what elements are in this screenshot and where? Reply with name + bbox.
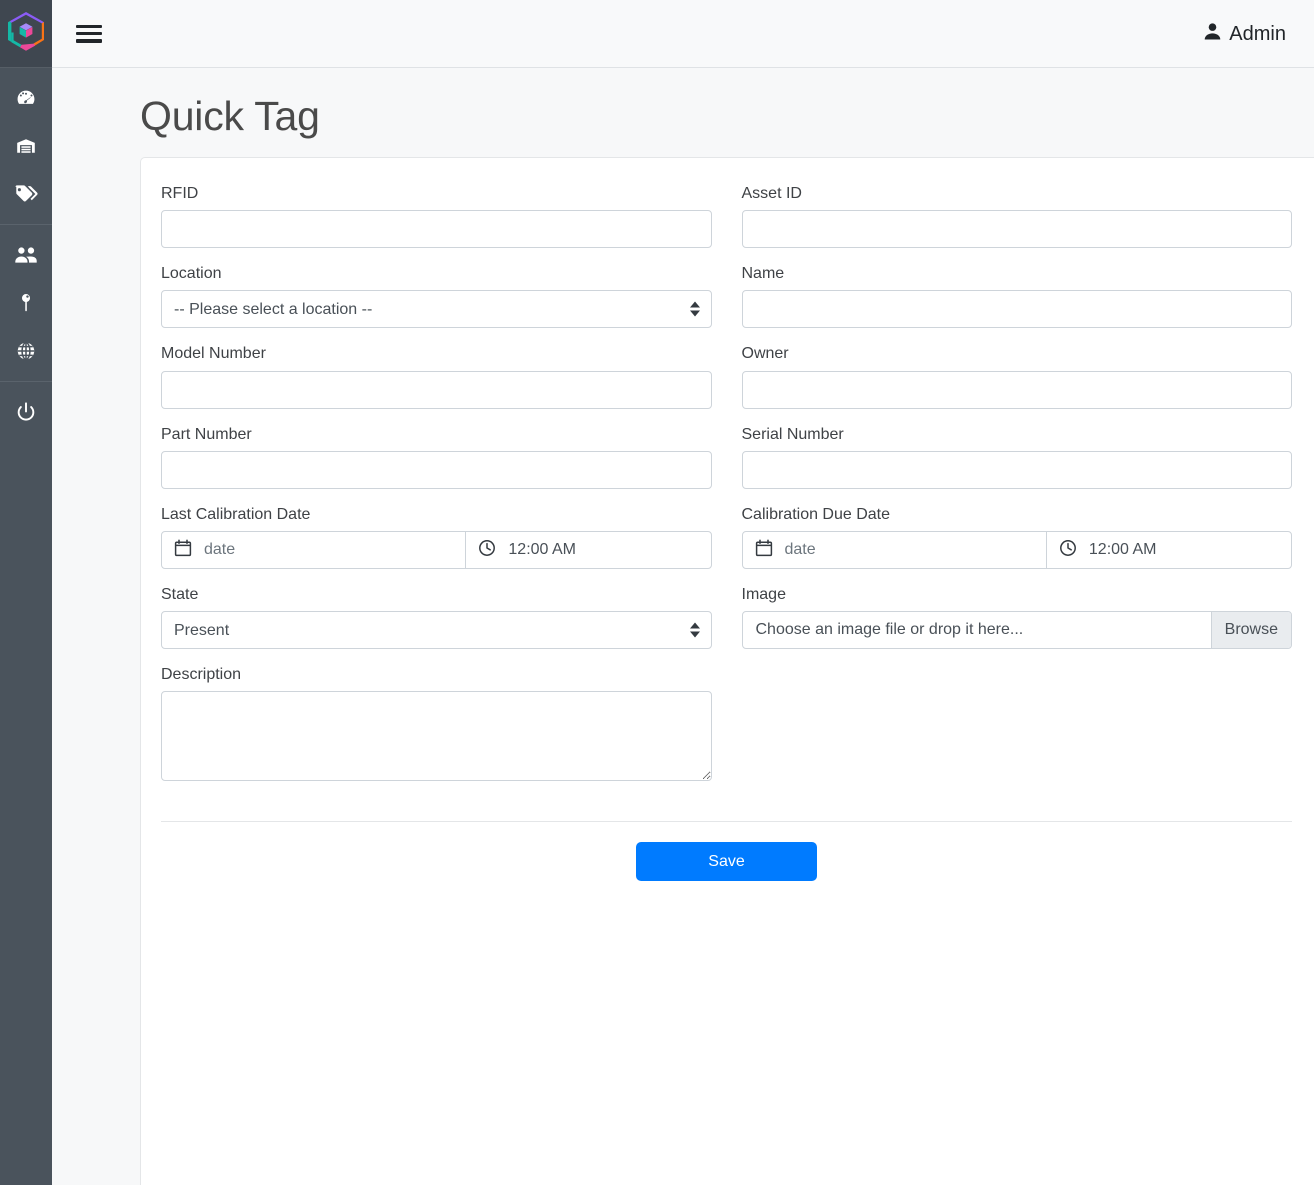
hex-cube-logo-icon — [6, 10, 46, 57]
last-calibration-date-text: date — [204, 541, 236, 559]
image-file-placeholder[interactable]: Choose an image file or drop it here... — [743, 612, 1211, 648]
last-calibration-date-input[interactable]: date — [162, 532, 467, 569]
calibration-due-datetime-group: date 12:00 AM — [741, 531, 1292, 570]
part-number-input[interactable] — [161, 450, 712, 489]
field-last-calibration-date: Last Calibration Date date 12:00 AM — [161, 505, 712, 570]
asset-id-input[interactable] — [741, 210, 1292, 249]
label-serial-number: Serial Number — [741, 425, 844, 443]
field-part-number: Part Number — [161, 425, 712, 489]
sidebar — [0, 0, 52, 1185]
field-state: State Present — [161, 585, 712, 650]
content-area: RFID Asset ID Location -- Please select … — [52, 157, 1314, 1185]
field-location: Location -- Please select a location -- — [161, 264, 712, 329]
field-model-number: Model Number — [161, 344, 712, 409]
users-icon — [14, 245, 38, 265]
serial-number-input[interactable] — [741, 450, 1292, 489]
model-number-input[interactable] — [161, 370, 712, 409]
app-logo[interactable] — [0, 0, 52, 68]
field-owner: Owner — [741, 344, 1292, 409]
owner-input[interactable] — [741, 370, 1292, 409]
last-calibration-datetime-group: date 12:00 AM — [161, 531, 712, 570]
calibration-due-time-input[interactable]: 12:00 AM — [1047, 532, 1291, 568]
sidebar-group-session — [0, 382, 52, 442]
page-title: Quick Tag — [140, 93, 320, 139]
label-image: Image — [741, 586, 786, 604]
image-file-group: Choose an image file or drop it here... … — [741, 611, 1292, 650]
label-rfid: RFID — [161, 185, 199, 203]
user-name-label: Admin — [1229, 22, 1286, 45]
sidebar-item-logout[interactable] — [0, 388, 52, 436]
field-image: Image Choose an image file or drop it he… — [741, 585, 1292, 650]
sidebar-item-dashboard[interactable] — [0, 74, 52, 122]
map-pin-icon — [18, 292, 34, 314]
label-state: State — [161, 586, 199, 604]
label-part-number: Part Number — [161, 425, 252, 443]
form-actions: Save — [161, 822, 1292, 882]
name-input[interactable] — [741, 290, 1292, 329]
sidebar-item-global[interactable] — [0, 327, 52, 375]
user-icon — [1203, 22, 1222, 46]
sidebar-item-users[interactable] — [0, 231, 52, 279]
state-select-wrap: Present — [161, 611, 712, 650]
form-grid: RFID Asset ID Location -- Please select … — [161, 184, 1292, 802]
state-select[interactable]: Present — [161, 611, 712, 650]
label-asset-id: Asset ID — [741, 185, 802, 203]
clock-icon — [478, 539, 496, 562]
calibration-due-date-text: date — [784, 541, 816, 559]
field-rfid: RFID — [161, 184, 712, 249]
last-calibration-time-input[interactable]: 12:00 AM — [466, 532, 710, 568]
sidebar-group-admin — [0, 225, 52, 381]
top-bar: Admin — [52, 0, 1314, 68]
sidebar-item-warehouse[interactable] — [0, 122, 52, 170]
label-description: Description — [161, 666, 242, 684]
label-owner: Owner — [741, 345, 789, 363]
dashboard-gauge-icon — [15, 87, 37, 109]
calibration-due-date-input[interactable]: date — [743, 532, 1047, 569]
label-name: Name — [741, 265, 785, 283]
label-model-number: Model Number — [161, 345, 266, 363]
save-button[interactable]: Save — [636, 842, 817, 882]
calibration-due-time-text: 12:00 AM — [1088, 541, 1157, 559]
power-icon — [15, 401, 37, 423]
sidebar-group-primary — [0, 68, 52, 224]
warehouse-icon — [15, 135, 37, 157]
rfid-input[interactable] — [161, 210, 712, 249]
calendar-icon — [755, 539, 773, 562]
clock-icon — [1059, 539, 1077, 562]
location-select[interactable]: -- Please select a location -- — [161, 290, 712, 329]
location-select-wrap: -- Please select a location -- — [161, 290, 712, 329]
description-textarea[interactable] — [161, 691, 712, 782]
field-description: Description — [161, 665, 712, 786]
sidebar-item-locations[interactable] — [0, 279, 52, 327]
main-region: Admin Quick Tag RFID Asset ID Location -… — [52, 0, 1314, 1185]
label-last-calibration-date: Last Calibration Date — [161, 505, 311, 523]
globe-icon — [15, 340, 37, 362]
app-root: Admin Quick Tag RFID Asset ID Location -… — [0, 0, 1314, 1185]
sidebar-item-tags[interactable] — [0, 170, 52, 218]
field-asset-id: Asset ID — [741, 184, 1292, 249]
label-location: Location — [161, 265, 222, 283]
tags-icon — [14, 183, 38, 205]
calendar-icon — [174, 539, 192, 562]
field-calibration-due-date: Calibration Due Date date 12:00 AM — [741, 505, 1292, 570]
label-calibration-due-date: Calibration Due Date — [741, 505, 891, 523]
hamburger-menu-icon[interactable] — [76, 23, 102, 45]
quick-tag-form-card: RFID Asset ID Location -- Please select … — [140, 157, 1314, 1185]
image-browse-button[interactable]: Browse — [1210, 612, 1291, 649]
user-menu[interactable]: Admin — [1203, 22, 1286, 46]
field-serial-number: Serial Number — [741, 425, 1292, 489]
last-calibration-time-text: 12:00 AM — [508, 541, 577, 559]
field-name: Name — [741, 264, 1292, 329]
